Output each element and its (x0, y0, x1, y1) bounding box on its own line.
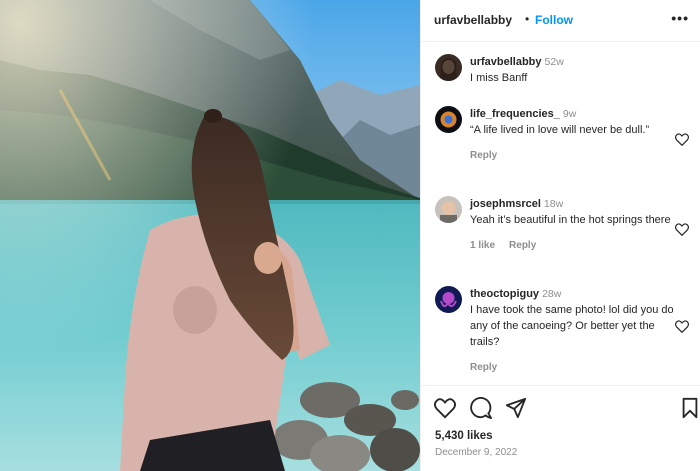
avatar[interactable] (435, 196, 462, 223)
comment-time: 9w (562, 108, 577, 120)
reply-button[interactable]: Reply (509, 240, 536, 251)
comment-text: I have took the same photo! lol did you … (470, 304, 674, 348)
avatar[interactable] (435, 54, 462, 81)
author-username[interactable]: urfavbellabby (434, 13, 512, 27)
comment-username[interactable]: urfavbellabby (470, 56, 542, 68)
comment-meta: Reply (470, 148, 675, 164)
comment-username[interactable]: theoctopiguy (470, 288, 539, 300)
comment-username[interactable]: life_frequencies_ (470, 108, 560, 120)
likes-count[interactable]: 1 like (470, 240, 495, 251)
comment-meta: 1 like Reply (470, 238, 675, 254)
comment-body: theoctopiguy 28w I have took the same pho… (470, 286, 675, 376)
comment-meta: Reply (470, 360, 675, 376)
comment-heart-icon[interactable] (675, 320, 689, 333)
comment-heart-icon[interactable] (675, 223, 689, 236)
more-options-icon[interactable]: ••• (671, 10, 689, 26)
comment-time: 28w (542, 288, 562, 300)
comment-time: 18w (543, 198, 564, 210)
comment-text: I miss Banff (470, 72, 528, 84)
comments-list[interactable]: urfavbellabby 52w I miss Banff life_frequ… (421, 43, 700, 385)
comment-time: 52w (544, 56, 564, 68)
heart-icon[interactable] (434, 397, 456, 419)
follow-button[interactable]: Follow (535, 13, 573, 27)
comment-body: life_frequencies_ 9w “A life lived in lov… (470, 106, 675, 164)
comment-icon[interactable] (470, 397, 492, 419)
avatar[interactable] (435, 286, 462, 313)
comment-text: Yeah it’s beautiful in the hot springs t… (470, 214, 671, 226)
lake-photo (0, 0, 420, 471)
post-photo[interactable] (0, 0, 420, 471)
comment-heart-icon[interactable] (675, 133, 689, 146)
share-icon[interactable] (505, 397, 527, 419)
reply-button[interactable]: Reply (470, 362, 497, 373)
reply-button[interactable]: Reply (470, 150, 497, 161)
bookmark-icon[interactable] (679, 397, 700, 419)
post-date: December 9, 2022 (435, 447, 518, 458)
comment-username[interactable]: josephmsrcel (470, 198, 541, 210)
header-separator: • (525, 12, 530, 26)
post-actions: 5,430 likes December 9, 2022 (421, 385, 700, 471)
comment-body: urfavbellabby 52w I miss Banff (470, 54, 675, 86)
post-header: urfavbellabby • Follow ••• (421, 0, 700, 42)
comment-body: josephmsrcel 18w Yeah it’s beautiful in t… (470, 196, 675, 254)
post-likes-count[interactable]: 5,430 likes (435, 430, 493, 442)
avatar[interactable] (435, 106, 462, 133)
comment-text: “A life lived in love will never be dull… (470, 124, 650, 136)
post-side-panel: urfavbellabby • Follow ••• urfavbellabby… (420, 0, 700, 471)
